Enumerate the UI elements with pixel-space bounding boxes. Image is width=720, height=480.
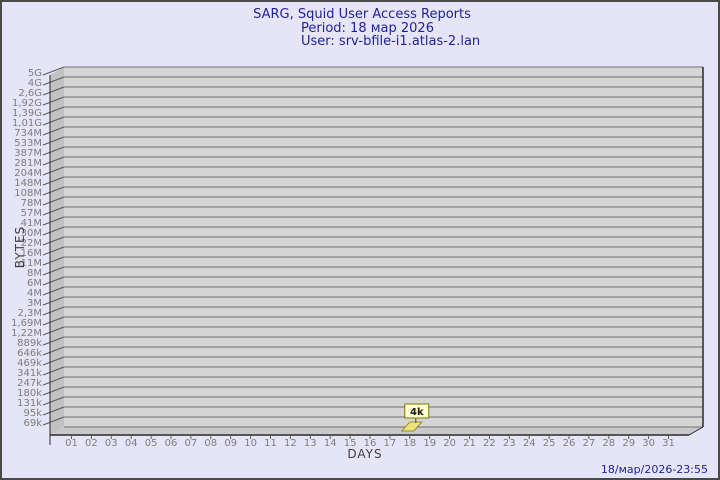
y-axis-title: BYTES: [13, 226, 27, 268]
x-tick-label: 29: [622, 438, 635, 449]
x-tick-label: 22: [483, 438, 496, 449]
x-tick-label: 24: [523, 438, 536, 449]
x-tick-label: 09: [224, 438, 237, 449]
x-tick-label: 17: [384, 438, 397, 449]
x-tick-label: 07: [185, 438, 198, 449]
x-tick-label: 18: [403, 438, 416, 449]
x-axis-title: DAYS: [347, 447, 382, 461]
x-tick-label: 08: [204, 438, 217, 449]
x-tick-label: 28: [602, 438, 615, 449]
x-tick-label: 13: [304, 438, 317, 449]
footer-timestamp: 18/мар/2026-23:55: [600, 463, 708, 476]
chart-svg: 5G4G2,6G1,92G1,39G1,01G734M533M387M281M2…: [11, 66, 704, 461]
x-tick-label: 25: [543, 438, 556, 449]
x-tick-label: 04: [125, 438, 138, 449]
x-tick-label: 03: [105, 438, 118, 449]
x-tick-label: 01: [65, 438, 78, 449]
x-tick-label: 30: [642, 438, 655, 449]
x-tick-label: 26: [563, 438, 576, 449]
x-tick-label: 05: [145, 438, 158, 449]
bar-value-label: 4k: [410, 407, 424, 418]
x-tick-label: 02: [85, 438, 98, 449]
x-tick-label: 23: [503, 438, 516, 449]
report-frame: SARG, Squid User Access Reports Period: …: [0, 0, 720, 480]
x-tick-label: 19: [423, 438, 436, 449]
plot-floor: [50, 427, 703, 435]
y-tick-label: 69k: [23, 418, 42, 429]
x-tick-label: 11: [264, 438, 277, 449]
x-tick-label: 10: [244, 438, 257, 449]
x-tick-label: 21: [463, 438, 476, 449]
x-tick-label: 27: [583, 438, 596, 449]
x-tick-label: 31: [662, 438, 675, 449]
x-tick-label: 12: [284, 438, 297, 449]
x-tick-label: 06: [165, 438, 178, 449]
x-tick-label: 20: [443, 438, 456, 449]
x-tick-label: 14: [324, 438, 337, 449]
